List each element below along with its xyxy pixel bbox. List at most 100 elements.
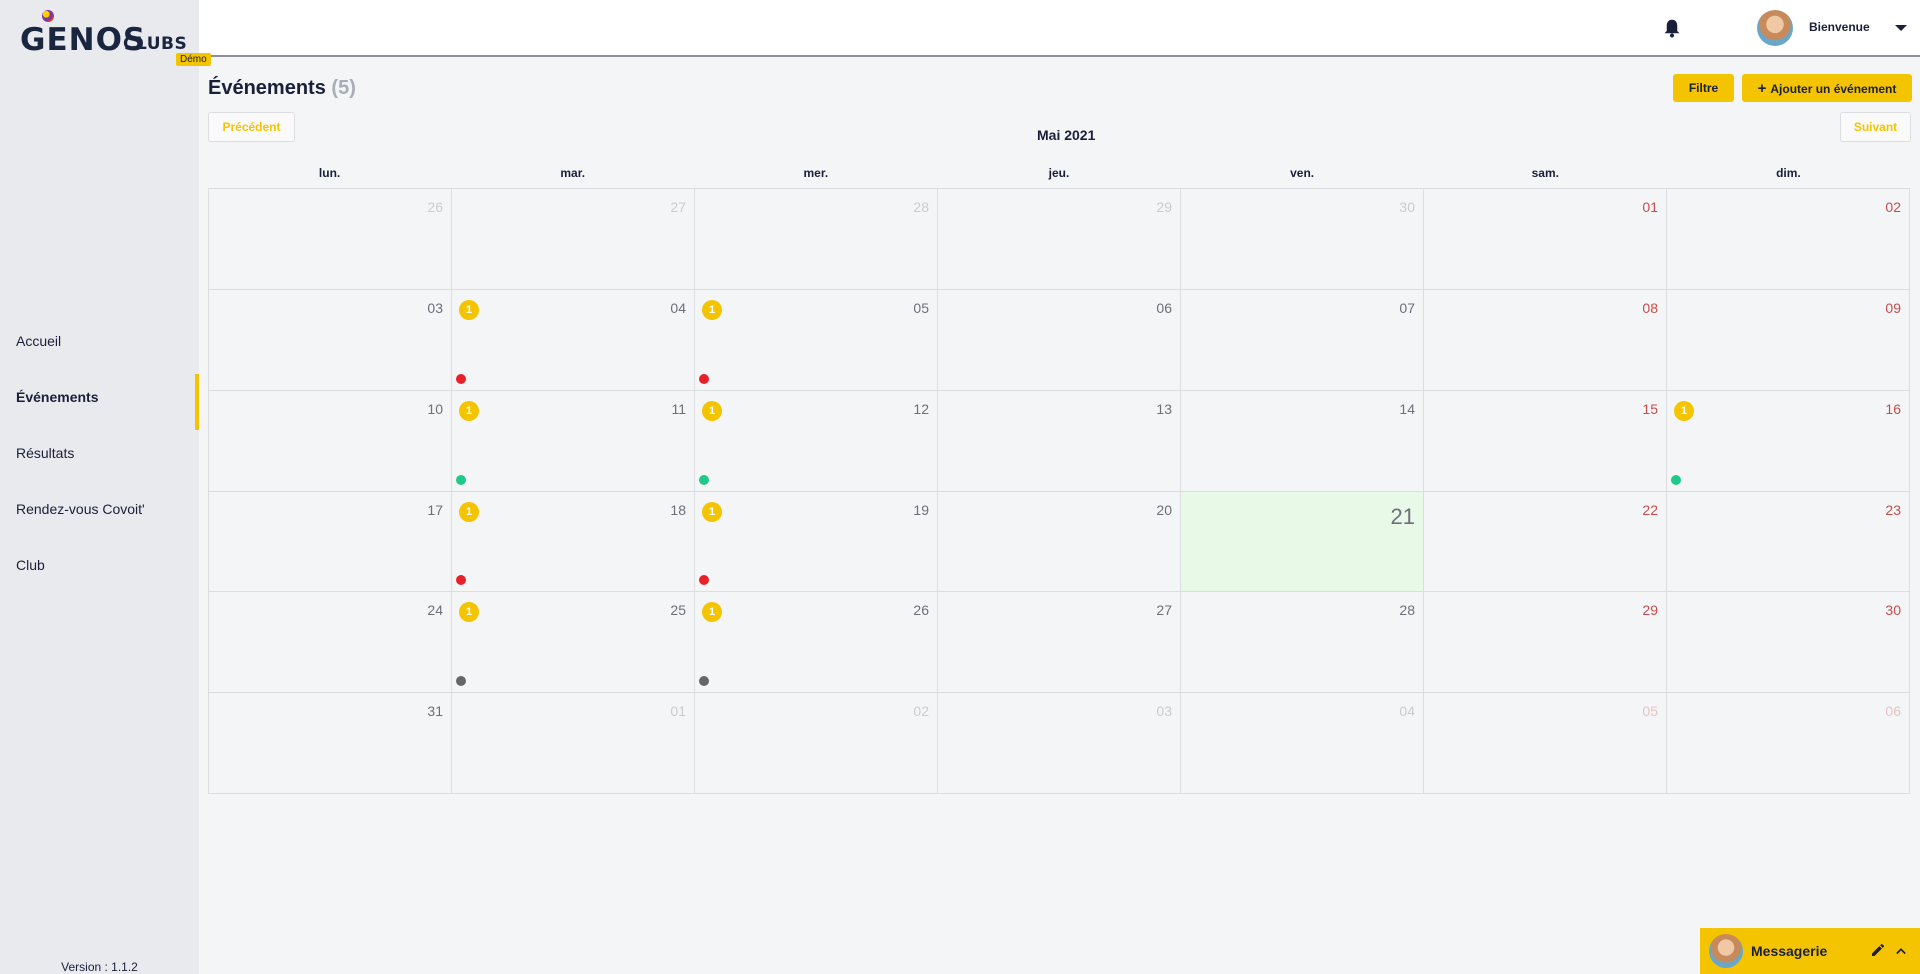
calendar-day[interactable]: 04 <box>1181 693 1424 794</box>
weekday-label: sam. <box>1531 166 1559 180</box>
bell-icon[interactable] <box>1663 18 1681 38</box>
sidebar-item-club[interactable]: Club <box>0 544 199 600</box>
day-number: 06 <box>1156 299 1172 316</box>
calendar-day-today[interactable]: 21 <box>1181 491 1424 593</box>
weekday-label: jeu. <box>1048 166 1070 180</box>
messaging-panel[interactable]: Messagerie <box>1700 928 1920 974</box>
calendar-day[interactable]: 01 <box>1424 189 1667 290</box>
day-number: 15 <box>1642 400 1658 417</box>
day-number: 03 <box>427 299 443 316</box>
calendar-day[interactable]: 13 <box>938 390 1181 492</box>
calendar-day[interactable]: 23 <box>1667 491 1910 593</box>
previous-month-button[interactable]: Précédent <box>208 112 295 142</box>
event-indicator-dot[interactable] <box>699 676 709 687</box>
day-number: 28 <box>1399 602 1415 619</box>
day-number: 24 <box>427 602 443 619</box>
sidebar-item-accueil[interactable]: Accueil <box>0 320 199 376</box>
calendar-day[interactable]: 27 <box>452 189 695 290</box>
calendar-day[interactable]: 28 <box>695 189 938 290</box>
calendar-day[interactable]: 11 1 <box>452 390 695 492</box>
calendar-day[interactable]: 25 1 <box>452 592 695 694</box>
app-logo[interactable]: GENOS CLUBS <box>20 10 190 60</box>
pencil-icon[interactable] <box>1870 942 1886 958</box>
calendar-day[interactable]: 15 <box>1424 390 1667 492</box>
event-count-badge[interactable]: 1 <box>702 299 722 320</box>
calendar-day[interactable]: 28 <box>1181 592 1424 694</box>
day-number: 14 <box>1399 400 1415 417</box>
sidebar-item-resultats[interactable]: Résultats <box>0 432 199 488</box>
calendar-day[interactable]: 02 <box>1667 189 1910 290</box>
calendar-day[interactable]: 09 <box>1667 289 1910 391</box>
day-number: 01 <box>670 703 686 720</box>
event-count-badge[interactable]: 1 <box>702 400 722 421</box>
day-number: 23 <box>1885 501 1901 518</box>
calendar-day[interactable]: 17 <box>209 491 452 593</box>
calendar-day[interactable]: 06 <box>1667 693 1910 794</box>
calendar-day[interactable]: 30 <box>1181 189 1424 290</box>
calendar-day[interactable]: 18 1 <box>452 491 695 593</box>
calendar-day[interactable]: 16 1 <box>1667 390 1910 492</box>
event-indicator-dot[interactable] <box>1671 474 1681 485</box>
day-number: 07 <box>1399 299 1415 316</box>
calendar-day[interactable]: 02 <box>695 693 938 794</box>
day-number: 16 <box>1885 400 1901 417</box>
calendar-day[interactable]: 14 <box>1181 390 1424 492</box>
chevron-up-icon[interactable] <box>1896 947 1906 955</box>
calendar-day[interactable]: 03 <box>938 693 1181 794</box>
calendar-day[interactable]: 08 <box>1424 289 1667 391</box>
calendar-day[interactable]: 10 <box>209 390 452 492</box>
day-number: 03 <box>1156 703 1172 720</box>
calendar-day[interactable]: 29 <box>938 189 1181 290</box>
event-count-badge[interactable]: 1 <box>702 501 722 522</box>
day-number: 13 <box>1156 400 1172 417</box>
filter-button[interactable]: Filtre <box>1673 74 1734 102</box>
welcome-text: Bienvenue <box>1809 20 1870 34</box>
event-count-badge[interactable]: 1 <box>459 602 479 623</box>
calendar-day[interactable]: 22 <box>1424 491 1667 593</box>
event-count-badge[interactable]: 1 <box>459 501 479 522</box>
calendar-day[interactable]: 26 <box>209 189 452 290</box>
demo-badge: Démo <box>176 53 211 66</box>
event-indicator-dot[interactable] <box>456 676 466 687</box>
calendar-day[interactable]: 05 1 <box>695 289 938 391</box>
event-count-badge[interactable]: 1 <box>459 299 479 320</box>
calendar-day[interactable]: 31 <box>209 693 452 794</box>
sidebar: GENOS CLUBS Accueil Événements Résultats Re… <box>0 0 199 974</box>
calendar-day[interactable]: 30 <box>1667 592 1910 694</box>
day-number: 02 <box>913 703 929 720</box>
calendar-day[interactable]: 01 <box>452 693 695 794</box>
event-count-badge[interactable]: 1 <box>1674 400 1694 421</box>
calendar-day[interactable]: 04 1 <box>452 289 695 391</box>
calendar-day[interactable]: 20 <box>938 491 1181 593</box>
add-event-button[interactable]: + Ajouter un événement <box>1742 74 1912 102</box>
weekday-header: lun. mar. mer. jeu. ven. sam. dim. <box>208 165 1910 189</box>
user-avatar[interactable] <box>1757 10 1793 46</box>
sidebar-item-evenements[interactable]: Événements <box>0 374 199 432</box>
event-indicator-dot[interactable] <box>699 373 709 384</box>
event-indicator-dot[interactable] <box>456 474 466 485</box>
next-month-button[interactable]: Suivant <box>1840 112 1911 142</box>
sidebar-item-covoit[interactable]: Rendez-vous Covoit' <box>0 488 199 544</box>
calendar-day[interactable]: 24 <box>209 592 452 694</box>
calendar-day[interactable]: 12 1 <box>695 390 938 492</box>
event-indicator-dot[interactable] <box>699 474 709 485</box>
caret-down-icon[interactable] <box>1895 25 1907 31</box>
calendar-day[interactable]: 26 1 <box>695 592 938 694</box>
calendar-day[interactable]: 19 1 <box>695 491 938 593</box>
calendar-grid: 26 27 28 29 30 01 02 03 04 1 05 1 06 07 08 09 10 11 1 12 1 13… <box>208 188 1910 794</box>
calendar-day[interactable]: 05 <box>1424 693 1667 794</box>
topbar: Bienvenue <box>199 0 1920 57</box>
event-indicator-dot[interactable] <box>456 575 466 586</box>
month-title: Mai 2021 <box>1037 127 1096 143</box>
calendar-day[interactable]: 07 <box>1181 289 1424 391</box>
calendar-day[interactable]: 27 <box>938 592 1181 694</box>
day-number: 20 <box>1156 501 1172 518</box>
event-count-badge[interactable]: 1 <box>459 400 479 421</box>
calendar-day[interactable]: 29 <box>1424 592 1667 694</box>
calendar-day[interactable]: 06 <box>938 289 1181 391</box>
event-count-badge[interactable]: 1 <box>702 602 722 623</box>
day-number: 05 <box>1642 703 1658 720</box>
event-indicator-dot[interactable] <box>699 575 709 586</box>
event-indicator-dot[interactable] <box>456 373 466 384</box>
calendar-day[interactable]: 03 <box>209 289 452 391</box>
